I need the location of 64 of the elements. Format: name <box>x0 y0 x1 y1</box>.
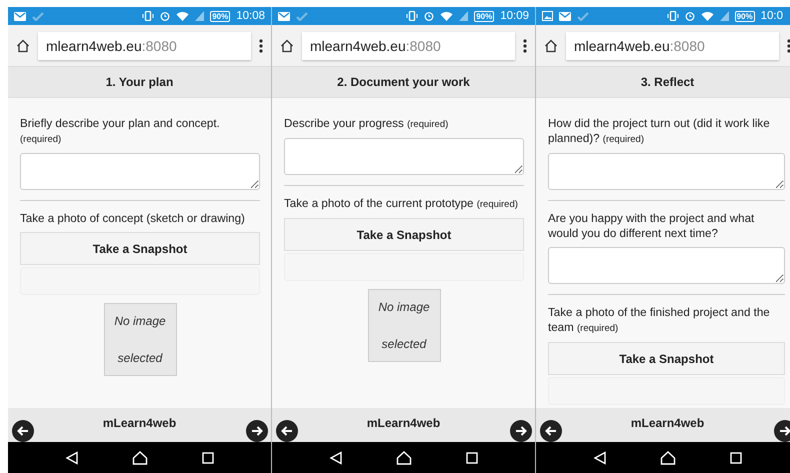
field-label: Take a photo of the finished project and the team (required) <box>548 305 771 336</box>
mail-icon <box>559 12 571 20</box>
clock-time: 10:0 <box>760 10 783 22</box>
field-label: Take a photo of concept (sketch or drawing) <box>20 211 246 226</box>
back-icon[interactable] <box>592 450 607 464</box>
url-field[interactable]: mlearn4web.eu:8080 <box>302 32 515 60</box>
vibrate-icon <box>666 11 679 21</box>
home-icon[interactable] <box>544 38 558 52</box>
wifi-icon <box>700 11 714 21</box>
field-label: Describe your progress (required) <box>284 116 450 132</box>
footer-title: mLearn4web <box>630 416 706 430</box>
back-icon[interactable] <box>328 450 343 464</box>
field-label: How did the project turn out (did it work like planned)? (required) <box>548 116 771 147</box>
more-options-icon[interactable] <box>259 38 263 52</box>
home-icon[interactable] <box>280 38 294 52</box>
page-title: 2. Document your work <box>337 75 470 89</box>
alarm-icon <box>160 11 170 21</box>
recent-apps-icon[interactable] <box>202 452 214 464</box>
page-title: 3. Reflect <box>640 75 694 89</box>
back-icon[interactable] <box>64 450 79 464</box>
battery-level: 90% <box>734 10 755 22</box>
vibrate-icon <box>406 11 418 21</box>
clock-time: 10:08 <box>236 10 265 22</box>
required-note: (required) <box>476 199 518 210</box>
check-icon <box>577 12 589 20</box>
page-title: 1. Your plan <box>106 75 174 89</box>
vibrate-icon <box>142 11 154 21</box>
required-note: (required) <box>577 323 618 334</box>
snapshot-button[interactable]: Take a Snapshot <box>20 232 260 265</box>
footer-title: mLearn4web <box>366 416 442 430</box>
forward-arrow-icon[interactable] <box>774 420 790 442</box>
mail-icon <box>278 12 290 20</box>
snapshot-button[interactable]: Take a Snapshot <box>284 218 524 251</box>
home-icon[interactable] <box>16 38 30 52</box>
wifi-icon <box>440 11 454 21</box>
field-label: Briefly describe your plan and concept. (required) <box>20 116 221 147</box>
alarm-icon <box>424 11 434 21</box>
more-options-icon[interactable] <box>787 38 790 52</box>
signal-icon <box>195 11 204 21</box>
wifi-icon <box>176 11 190 21</box>
required-note: (required) <box>407 119 448 130</box>
check-icon <box>296 12 308 20</box>
footer-title: mLearn4web <box>102 416 178 430</box>
recent-apps-icon[interactable] <box>730 452 742 464</box>
alarm-icon <box>684 11 695 21</box>
signal-icon <box>720 11 729 21</box>
image-icon <box>542 11 553 21</box>
battery-level: 90% <box>474 10 494 22</box>
snapshot-button[interactable]: Take a Snapshot <box>548 342 785 375</box>
required-note: (required) <box>20 134 62 145</box>
recent-apps-icon[interactable] <box>466 452 478 464</box>
url-field[interactable]: mlearn4web.eu:8080 <box>566 32 779 60</box>
signal-icon <box>459 11 468 21</box>
clock-time: 10:09 <box>500 10 529 22</box>
check-icon <box>32 12 44 20</box>
more-options-icon[interactable] <box>523 38 527 52</box>
required-note: (required) <box>602 134 644 145</box>
image-field: No image selected <box>368 289 440 362</box>
url-field[interactable]: mlearn4web.eu:8080 <box>38 32 251 60</box>
field-label: Take a photo of the current prototype (required) <box>284 196 519 212</box>
battery-level: 90% <box>210 10 230 22</box>
field-label: Are you happy with the project and what would you do different next time? <box>548 211 756 241</box>
image-field: No image selected <box>104 303 176 376</box>
mail-icon <box>14 12 26 20</box>
